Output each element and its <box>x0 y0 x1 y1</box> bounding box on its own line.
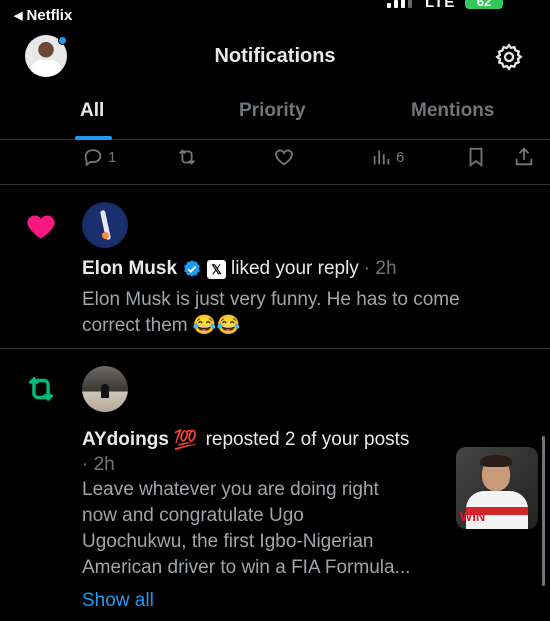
repost-button[interactable] <box>176 146 198 168</box>
back-triangle-icon: ◀ <box>14 10 23 22</box>
views-count: 6 <box>396 148 405 166</box>
scrollbar[interactable] <box>542 436 545 586</box>
notification-text: Elon Musk is just very funny. He has to … <box>82 287 522 339</box>
page-title: Notifications <box>214 45 336 67</box>
notification-time: · 2h <box>363 258 397 279</box>
header: Notifications <box>0 32 550 82</box>
back-app-label: Netflix <box>26 7 73 24</box>
bookmark-icon <box>469 147 483 168</box>
laughing-emoji: 😂😂 <box>192 315 241 336</box>
notification-header: Elon Musk 𝕏 liked your reply · 2h <box>82 258 397 280</box>
show-all-link[interactable]: Show all <box>82 590 154 612</box>
share-icon <box>515 147 533 166</box>
user-name[interactable]: AYdoings <box>82 429 169 451</box>
views-icon <box>373 150 390 165</box>
notification-action: liked your reply <box>231 258 359 279</box>
gear-icon[interactable] <box>494 42 524 72</box>
text-line: correct them <box>82 315 188 336</box>
user-avatar[interactable] <box>82 366 128 412</box>
notification-action: reposted 2 of your posts <box>205 429 410 450</box>
notification-header: AYdoings 💯 reposted 2 of your posts <box>82 428 409 452</box>
text-line: American driver to win a FIA Formula... <box>82 557 411 578</box>
text-line: now and congratulate Ugo <box>82 505 304 526</box>
like-button[interactable] <box>273 146 295 168</box>
reply-icon <box>84 149 102 167</box>
verified-badge-icon <box>184 260 200 277</box>
notification-time: · 2h <box>82 454 115 475</box>
hundred-emoji: 💯 <box>173 430 198 451</box>
x-affiliate-badge-icon: 𝕏 <box>207 259 227 279</box>
tab-all[interactable]: All <box>80 100 104 122</box>
share-button[interactable] <box>513 146 535 168</box>
heart-outline-icon <box>275 149 293 166</box>
notification-repost[interactable]: AYdoings 💯 reposted 2 of your posts · 2h… <box>0 350 550 621</box>
back-to-app-link[interactable]: ◀ Netflix <box>14 7 72 24</box>
tab-bar: All Priority Mentions <box>0 90 550 140</box>
user-avatar[interactable] <box>82 202 128 248</box>
views-button[interactable]: 6 <box>370 146 404 168</box>
repost-icon <box>179 149 195 165</box>
status-bar: ◀ Netflix LTE 62 <box>0 0 550 32</box>
post-action-row: 1 6 <box>0 141 550 185</box>
signal-icon <box>387 0 412 8</box>
tab-priority[interactable]: Priority <box>239 100 306 122</box>
text-line: Ugochukwu, the first Igbo-Nigerian <box>82 531 374 552</box>
repost-icon <box>28 376 54 402</box>
notification-text: Leave whatever you are doing right now a… <box>82 477 442 581</box>
tab-mentions[interactable]: Mentions <box>411 100 494 122</box>
bookmark-button[interactable] <box>465 146 487 168</box>
text-line: Leave whatever you are doing right <box>82 479 379 500</box>
active-tab-indicator <box>75 136 112 140</box>
text-line: Elon Musk is just very funny. He has to … <box>82 289 460 310</box>
reply-button[interactable]: 1 <box>82 146 116 168</box>
reply-count: 1 <box>108 148 117 166</box>
network-type: LTE <box>425 0 456 11</box>
battery-level: 62 <box>465 0 503 9</box>
user-name[interactable]: Elon Musk <box>82 258 177 280</box>
notification-like[interactable]: Elon Musk 𝕏 liked your reply · 2h Elon M… <box>0 186 550 349</box>
post-thumbnail[interactable]: WIN <box>456 447 538 529</box>
unread-dot <box>58 36 67 45</box>
heart-icon <box>27 215 55 239</box>
